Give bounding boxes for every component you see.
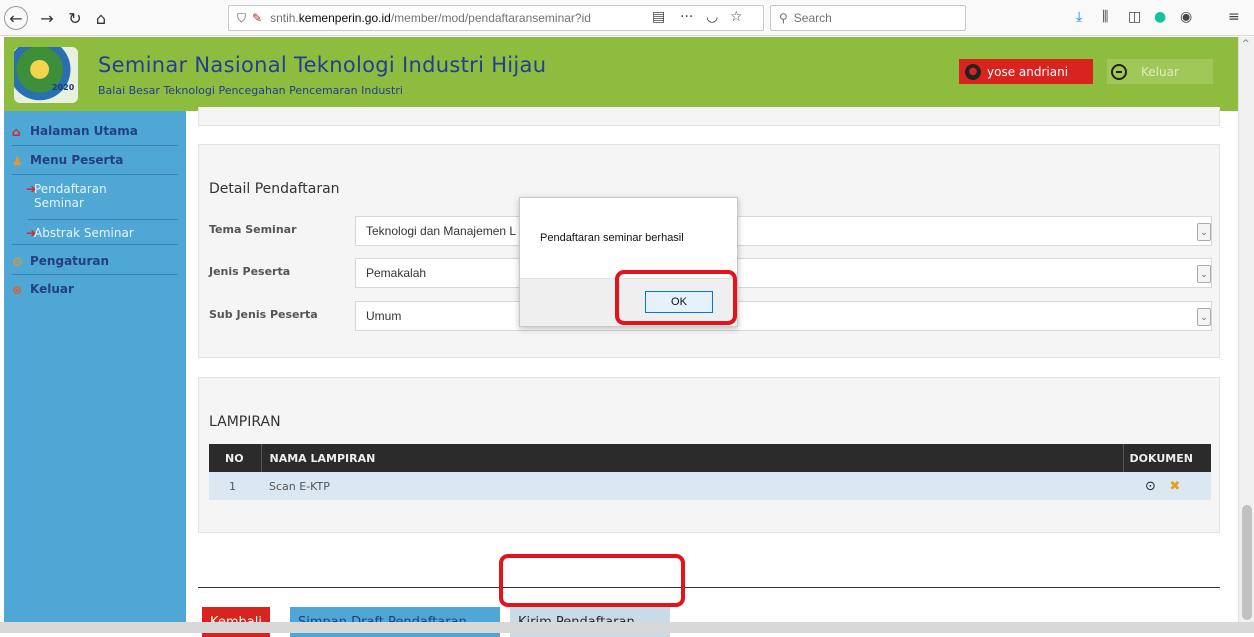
download-icon[interactable]: ⤓ xyxy=(1076,9,1082,25)
column-header: DOKUMEN xyxy=(1123,444,1211,472)
column-header: NAMA LAMPIRAN xyxy=(261,444,1124,472)
tema-seminar-select[interactable]: Teknologi dan Manajemen L ⌄ xyxy=(355,216,1212,246)
site-header: 2020 Seminar Nasional Teknologi Industri… xyxy=(4,37,1238,111)
table-cell-dokumen: ⊙ ✖ xyxy=(1123,472,1211,500)
library-icon[interactable]: ⫼ xyxy=(1102,9,1108,25)
sidebar-divider xyxy=(12,274,178,275)
arrow-right-icon: ➔ xyxy=(26,226,37,240)
gear-icon: ⚙ xyxy=(12,255,23,269)
seminar-logo: 2020 xyxy=(14,47,78,103)
user-icon: ♟ xyxy=(12,154,23,168)
reader-view-icon[interactable]: ▤ xyxy=(652,9,665,25)
ok-button-highlight xyxy=(615,270,737,325)
chevron-down-icon: ⌄ xyxy=(1197,308,1211,326)
account-icon[interactable]: ◉ xyxy=(1180,9,1192,25)
shield-icon: ⛉ xyxy=(237,10,247,25)
sidebar-item-label: Halaman Utama xyxy=(30,124,138,138)
select-value: Teknologi dan Manajemen L xyxy=(366,224,517,238)
search-input[interactable]: ⚲ Search xyxy=(770,5,966,31)
table-header-row: NO NAMA LAMPIRAN DOKUMEN xyxy=(209,444,1211,472)
forward-arrow-icon[interactable]: → xyxy=(34,5,60,31)
panel-title: Detail Pendaftaran xyxy=(209,181,340,197)
panel-title: LAMPIRAN xyxy=(209,414,281,430)
site-subtitle: Balai Besar Teknologi Pencegahan Pencema… xyxy=(98,84,403,97)
url-prefix: sntih. xyxy=(270,11,299,25)
field-label: Tema Seminar xyxy=(209,223,297,236)
logo-year: 2020 xyxy=(52,83,75,92)
scroll-up-icon[interactable]: ^ xyxy=(1242,39,1250,49)
logout-button[interactable]: Keluar xyxy=(1107,59,1213,84)
bookmark-star-icon[interactable]: ☆ xyxy=(730,9,743,25)
table-cell-no: 1 xyxy=(209,472,261,500)
user-name: yose andriani xyxy=(987,64,1069,79)
sidebar-divider xyxy=(12,174,178,175)
back-arrow-icon[interactable]: ← xyxy=(4,6,28,30)
search-placeholder: Search xyxy=(793,11,832,25)
chevron-down-icon: ⌄ xyxy=(1197,223,1211,241)
arrow-right-icon: ➔ xyxy=(26,182,37,196)
home-icon[interactable]: ⌂ xyxy=(88,5,114,31)
lampiran-table: NO NAMA LAMPIRAN DOKUMEN 1 Scan E-KTP ⊙ … xyxy=(209,444,1211,500)
browser-toolbar: ← → ↻ ⌂ ⛉ ✎ sntih. kemenperin.go.id/membe… xyxy=(0,0,1254,36)
url-path: /member/mod/pendaftaranseminar?id xyxy=(390,11,591,25)
field-label: Sub Jenis Peserta xyxy=(209,308,318,321)
delete-document-icon[interactable]: ✖ xyxy=(1169,479,1180,494)
sidebar-item-label: Menu Peserta xyxy=(30,153,124,167)
chevron-down-icon: ⌄ xyxy=(1197,265,1211,283)
menu-icon[interactable]: ≡ xyxy=(1228,9,1240,25)
sidebar-toggle-icon[interactable]: ◫ xyxy=(1128,9,1141,25)
sidebar-subitem-label: Abstrak Seminar xyxy=(34,226,134,240)
table-row: 1 Scan E-KTP ⊙ ✖ xyxy=(209,472,1211,500)
select-value: Pemakalah xyxy=(366,266,427,280)
table-cell-nama: Scan E-KTP xyxy=(261,472,1123,500)
pocket-icon[interactable]: ◡ xyxy=(706,9,718,25)
sidebar-subitem-label: Pendaftaran Seminar xyxy=(34,182,107,210)
more-actions-icon[interactable]: ··· xyxy=(680,9,693,25)
search-icon: ⚲ xyxy=(779,11,788,25)
sidebar-divider xyxy=(12,145,178,146)
scrollbar-thumb[interactable] xyxy=(1242,505,1252,620)
sidebar-item-menu-peserta[interactable]: ♟ Menu Peserta xyxy=(12,153,124,168)
lampiran-panel: LAMPIRAN NO NAMA LAMPIRAN DOKUMEN 1 Scan… xyxy=(198,377,1220,533)
insecure-lock-icon: ✎ xyxy=(252,11,263,25)
page-scrollbar[interactable]: ^ xyxy=(1238,37,1254,627)
reload-icon[interactable]: ↻ xyxy=(62,5,88,31)
view-document-icon[interactable]: ⊙ xyxy=(1145,479,1156,494)
url-domain: kemenperin.go.id xyxy=(298,11,391,25)
sidebar-subitem-abstrak-seminar[interactable]: ➔ Abstrak Seminar xyxy=(26,226,134,240)
sidebar-divider xyxy=(12,244,178,245)
extension-icon[interactable]: ● xyxy=(1154,9,1166,25)
exit-icon: ⊗ xyxy=(12,283,23,297)
logout-label: Keluar xyxy=(1141,64,1179,79)
sidebar-item-label: Pengaturan xyxy=(30,254,110,268)
sidebar-divider xyxy=(28,219,178,220)
sidebar-subitem-pendaftaran-seminar[interactable]: ➔ Pendaftaran Seminar xyxy=(26,182,154,210)
home-icon: ⌂ xyxy=(12,125,21,139)
jenis-peserta-select[interactable]: Pemakalah ⌄ xyxy=(355,258,1212,288)
sidebar: ⌂ Halaman Utama ♟ Menu Peserta ➔ Pendaft… xyxy=(4,111,186,627)
status-strip xyxy=(0,622,1254,633)
sidebar-item-pengaturan[interactable]: ⚙ Pengaturan xyxy=(12,254,110,269)
dialog-message: Pendaftaran seminar berhasil xyxy=(540,232,684,244)
column-header: NO xyxy=(209,444,262,472)
user-badge[interactable]: ● yose andriani xyxy=(959,59,1093,84)
page-viewport: 2020 Seminar Nasional Teknologi Industri… xyxy=(4,37,1238,637)
select-value: Umum xyxy=(366,309,402,323)
site-title: Seminar Nasional Teknologi Industri Hija… xyxy=(98,53,547,77)
sidebar-item-keluar[interactable]: ⊗ Keluar xyxy=(12,282,74,297)
previous-panel xyxy=(198,107,1220,126)
main-content: Detail Pendaftaran Tema Seminar Teknolog… xyxy=(186,107,1238,637)
field-label: Jenis Peserta xyxy=(209,265,291,278)
sidebar-item-halaman-utama[interactable]: ⌂ Halaman Utama xyxy=(12,124,138,139)
user-icon: ● xyxy=(965,63,981,80)
kirim-button-highlight xyxy=(499,554,685,607)
logout-icon xyxy=(1111,63,1127,80)
sidebar-item-label: Keluar xyxy=(30,282,74,296)
divider xyxy=(198,587,1220,588)
sub-jenis-peserta-select[interactable]: Umum ⌄ xyxy=(355,301,1212,331)
